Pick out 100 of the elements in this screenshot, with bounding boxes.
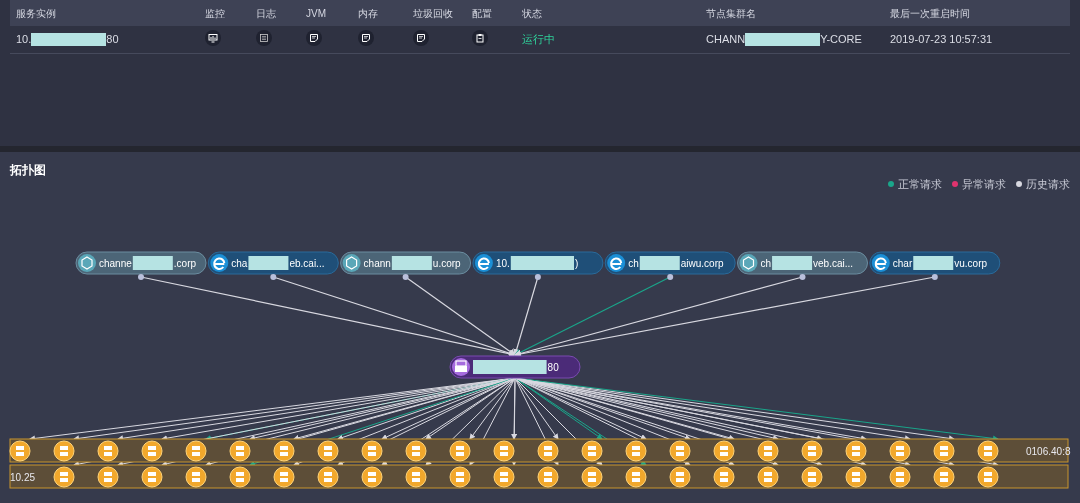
server-icon [229, 440, 251, 462]
status-text: 运行中 [522, 32, 556, 48]
server-icon [185, 440, 207, 462]
legend-label: 正常请求 [898, 176, 942, 192]
server-icon [493, 466, 515, 488]
column-header: 服务实例 [16, 6, 57, 21]
server-icon [713, 440, 735, 462]
redaction-box [639, 256, 680, 270]
node-label: vu.corp [954, 258, 988, 269]
column-header: 监控 [205, 6, 226, 21]
server-icon [581, 440, 603, 462]
node-label: channe [99, 258, 132, 269]
column-header: 垃圾回收 [413, 6, 454, 21]
browser-icon [474, 254, 493, 272]
column-header: 状态 [522, 6, 543, 21]
node-label: aiwu.corp [680, 258, 724, 269]
instance-prefix: 10. [16, 32, 32, 48]
redaction-box [132, 256, 173, 270]
node-label: ch [760, 258, 772, 269]
server-icon [669, 440, 691, 462]
server-icon [889, 440, 911, 462]
port-dot [270, 274, 277, 280]
server-icon [53, 466, 75, 488]
server-icon [141, 466, 163, 488]
server-icon [757, 440, 779, 462]
node-label: ) [575, 258, 579, 269]
node-label: .corp [173, 258, 197, 269]
server-icon [713, 466, 735, 488]
note-icon[interactable] [306, 30, 322, 47]
note-icon[interactable] [413, 30, 429, 47]
server-icon [669, 466, 691, 488]
server-icon [845, 466, 867, 488]
port-dot [138, 274, 144, 280]
cube-icon [78, 254, 96, 272]
server-icon [317, 466, 339, 488]
server-icon [449, 466, 471, 488]
node-label: 80 [547, 362, 559, 373]
server-icon [141, 440, 163, 462]
redaction-box [248, 256, 289, 270]
instance-suffix: 80 [106, 32, 119, 48]
node-label: 10.25 [10, 472, 36, 483]
server-icon [229, 466, 251, 488]
section-title: 拓扑图 [10, 162, 46, 179]
cube-icon [342, 254, 361, 272]
node-label: cha [231, 258, 248, 269]
browser-icon [210, 254, 229, 272]
column-header: 配置 [472, 6, 493, 21]
column-header: JVM [306, 6, 327, 21]
port-dot [402, 274, 409, 280]
redaction-box [391, 256, 432, 270]
column-header: 内存 [358, 6, 379, 21]
server-icon [977, 440, 999, 462]
cube-icon [739, 254, 758, 272]
server-icon [405, 440, 427, 462]
server-icon [757, 466, 779, 488]
legend-label: 异常请求 [962, 176, 1006, 192]
server-icon [801, 440, 823, 462]
server-icon [185, 466, 207, 488]
node-label: 10. [495, 258, 510, 269]
printer-icon [452, 358, 470, 376]
server-icon [581, 466, 603, 488]
server-icon [405, 466, 427, 488]
port-dot [534, 274, 541, 280]
server-icon [537, 466, 559, 488]
server-icon [933, 440, 955, 462]
node-label: eb.cai... [289, 258, 325, 269]
cluster-prefix: CHANN [706, 32, 746, 48]
cluster-suffix: Y-CORE [820, 32, 862, 48]
node-label: char [892, 258, 913, 269]
redaction-box [772, 256, 813, 270]
server-icon [933, 466, 955, 488]
port-dot [931, 274, 938, 280]
list-icon[interactable] [256, 30, 272, 47]
port-dot [799, 274, 806, 280]
server-icon [273, 466, 295, 488]
server-icon [977, 466, 999, 488]
server-icon [889, 466, 911, 488]
note-icon[interactable] [358, 30, 374, 47]
node-label: veb.cai... [813, 258, 854, 269]
server-icon [361, 466, 383, 488]
server-icon [625, 440, 647, 462]
restart-time: 2019-07-23 10:57:31 [890, 32, 994, 48]
server-icon [625, 466, 647, 488]
column-header: 日志 [256, 6, 277, 21]
legend-label: 历史请求 [1026, 176, 1070, 192]
redaction-box [510, 256, 574, 270]
column-header: 最后一次重启时间 [890, 6, 971, 21]
node-label: u.corp [432, 258, 461, 269]
clipboard-icon[interactable] [472, 30, 488, 47]
column-header: 节点集群名 [706, 6, 757, 21]
monitor-icon[interactable] [205, 30, 221, 47]
server-icon [9, 440, 31, 462]
browser-icon [871, 254, 890, 272]
server-icon [801, 466, 823, 488]
server-icon [845, 440, 867, 462]
node-label: chann [363, 258, 391, 269]
server-icon [53, 440, 75, 462]
browser-icon [607, 254, 626, 272]
node-label: ch [628, 258, 639, 269]
server-icon [317, 440, 339, 462]
